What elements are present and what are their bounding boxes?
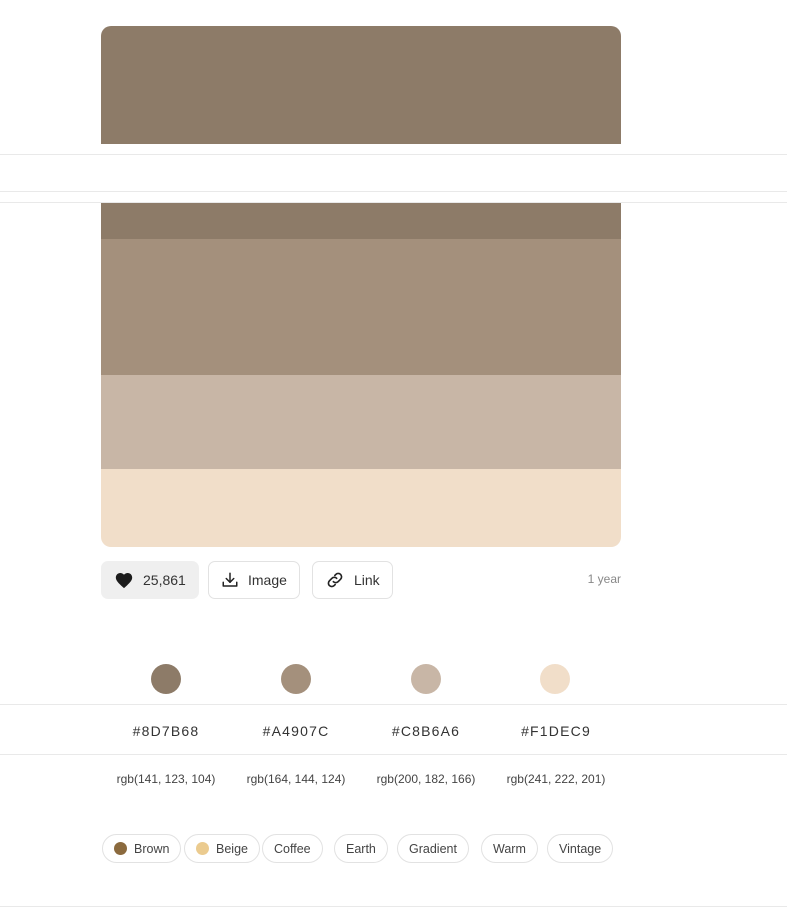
tag-beige[interactable]: Beige bbox=[184, 834, 260, 863]
divider bbox=[0, 191, 787, 192]
tag-warm[interactable]: Warm bbox=[481, 834, 538, 863]
color-dot[interactable] bbox=[281, 664, 311, 694]
tag-brown[interactable]: Brown bbox=[102, 834, 182, 863]
image-label: Image bbox=[248, 572, 287, 588]
color-hex[interactable]: #8D7B68 bbox=[101, 723, 231, 739]
tag-coffee[interactable]: Coffee bbox=[262, 834, 323, 863]
palette-age: 1 year bbox=[587, 572, 621, 586]
tag-vintage[interactable]: Vintage bbox=[547, 834, 614, 863]
color-rgb[interactable]: rgb(164, 144, 124) bbox=[231, 772, 361, 786]
swatch-4[interactable] bbox=[101, 469, 621, 547]
color-dot[interactable] bbox=[151, 664, 181, 694]
palette-card[interactable] bbox=[101, 26, 621, 547]
divider bbox=[0, 704, 787, 705]
tag-label: Vintage bbox=[559, 841, 602, 856]
color-dot-icon bbox=[196, 842, 209, 855]
color-rgb[interactable]: rgb(241, 222, 201) bbox=[491, 772, 621, 786]
download-icon bbox=[221, 571, 239, 589]
download-image-button[interactable]: Image bbox=[208, 561, 300, 599]
tag-label: Coffee bbox=[274, 841, 311, 856]
like-button[interactable]: 25,861 bbox=[101, 561, 199, 599]
link-label: Link bbox=[354, 572, 380, 588]
color-hex[interactable]: #A4907C bbox=[231, 723, 361, 739]
tag-gradient[interactable]: Gradient bbox=[397, 834, 469, 863]
color-rgb[interactable]: rgb(200, 182, 166) bbox=[361, 772, 491, 786]
tag-label: Earth bbox=[346, 841, 376, 856]
color-hex[interactable]: #C8B6A6 bbox=[361, 723, 491, 739]
color-dot[interactable] bbox=[411, 664, 441, 694]
palette-page: 25,861 Image Link 1 year #8D7B68 #A4907C… bbox=[0, 0, 787, 913]
divider bbox=[0, 154, 787, 155]
copy-link-button[interactable]: Link bbox=[312, 561, 393, 599]
swatch-3[interactable] bbox=[101, 375, 621, 469]
divider bbox=[0, 754, 787, 755]
tag-earth[interactable]: Earth bbox=[334, 834, 388, 863]
tag-label: Gradient bbox=[409, 841, 457, 856]
swatch-1[interactable] bbox=[101, 26, 621, 239]
overlay-band bbox=[0, 144, 787, 202]
color-rgb[interactable]: rgb(141, 123, 104) bbox=[101, 772, 231, 786]
divider bbox=[0, 906, 787, 907]
heart-icon bbox=[114, 571, 134, 589]
action-bar: 25,861 Image Link 1 year bbox=[101, 561, 621, 599]
link-icon bbox=[325, 570, 345, 590]
color-hex[interactable]: #F1DEC9 bbox=[491, 723, 621, 739]
divider bbox=[0, 202, 787, 203]
tag-label: Beige bbox=[216, 841, 248, 856]
tag-label: Brown bbox=[134, 841, 170, 856]
color-dot[interactable] bbox=[540, 664, 570, 694]
like-count: 25,861 bbox=[143, 572, 186, 588]
swatch-2[interactable] bbox=[101, 239, 621, 375]
tag-label: Warm bbox=[493, 841, 526, 856]
color-dot-icon bbox=[114, 842, 127, 855]
